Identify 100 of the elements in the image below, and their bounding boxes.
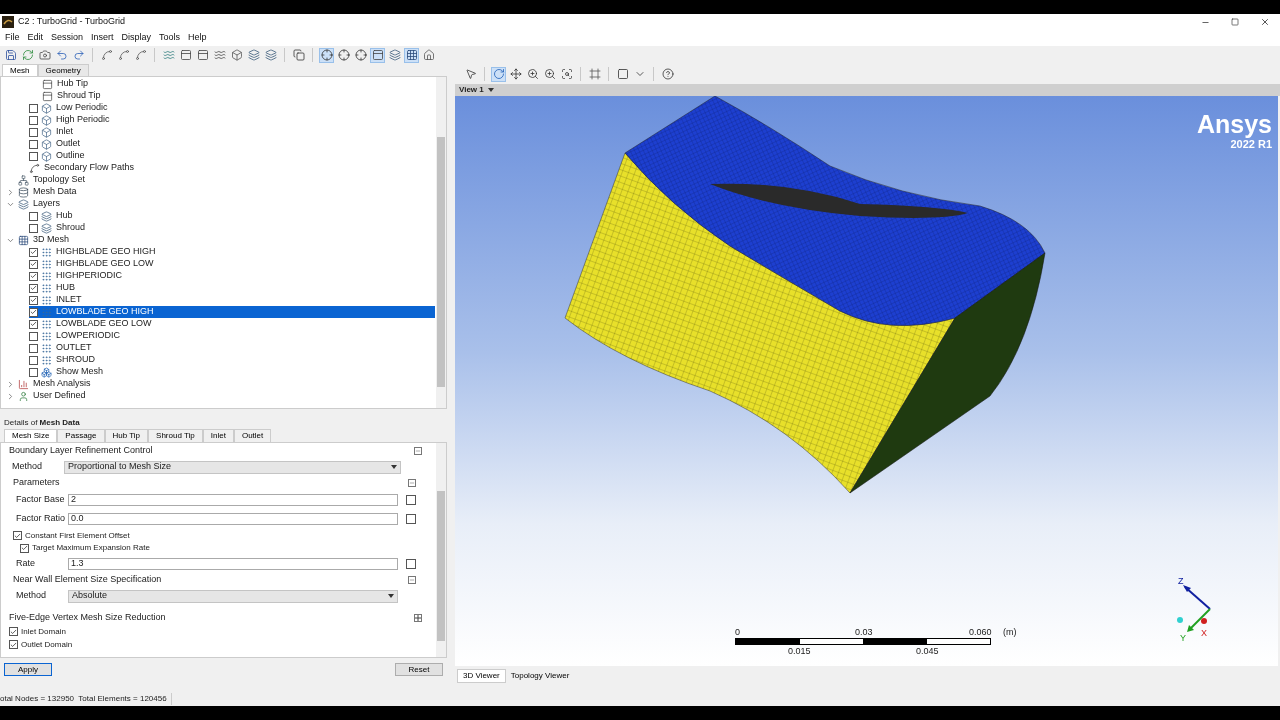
tree-item[interactable]: Shroud [29, 222, 435, 234]
menu-item[interactable]: Help [185, 31, 210, 45]
tree-item[interactable]: HIGHBLADE GEO LOW [29, 258, 435, 270]
scrollbar[interactable] [436, 77, 446, 408]
checkbox[interactable] [20, 543, 29, 553]
menu-item[interactable]: Insert [88, 31, 117, 45]
checkbox[interactable] [13, 531, 22, 540]
toolbar-button[interactable] [421, 47, 436, 63]
toolbar-button[interactable] [615, 66, 630, 82]
tree-item[interactable]: Mesh Analysis [5, 378, 433, 390]
tree-item[interactable]: Outline [29, 150, 435, 162]
toolbar-button[interactable] [133, 47, 148, 63]
toolbar-button[interactable] [319, 47, 334, 63]
tree-item[interactable]: LOWBLADE GEO LOW [29, 318, 435, 330]
apply-button[interactable]: Apply [4, 662, 52, 676]
checkbox[interactable] [29, 319, 38, 329]
expand-icon[interactable] [414, 614, 422, 622]
checkbox[interactable] [29, 271, 38, 281]
toolbar-button[interactable] [99, 47, 114, 63]
tab[interactable]: Geometry [37, 64, 89, 76]
checkbox[interactable] [29, 139, 38, 149]
tree-item[interactable]: SHROUD [29, 354, 435, 366]
tree-item[interactable]: 3D Mesh [5, 234, 433, 246]
checkbox[interactable] [29, 127, 38, 137]
toolbar-button[interactable] [71, 47, 86, 63]
text-field[interactable]: 1.3 [68, 557, 398, 570]
tree-item[interactable]: HUB [29, 282, 435, 294]
menu-item[interactable]: Session [48, 31, 87, 45]
checkbox[interactable] [29, 295, 38, 305]
tab[interactable]: Outlet [233, 429, 272, 442]
checkbox[interactable] [29, 283, 38, 293]
toolbar-button[interactable] [525, 66, 540, 82]
checkbox[interactable] [29, 343, 38, 353]
checkbox[interactable] [29, 259, 38, 269]
toolbar-button[interactable] [3, 47, 18, 63]
caret-icon[interactable] [487, 88, 494, 92]
tree-item[interactable]: Shroud Tip [29, 90, 435, 102]
checkbox[interactable] [29, 103, 38, 113]
collapse-icon[interactable] [414, 447, 422, 455]
tab[interactable]: Shroud Tip [148, 429, 203, 442]
viewport[interactable]: Ansys 2022 R1 0 0.03 0.060 (m) 0.015 0.045 Z Y X [455, 96, 1278, 666]
tree-item[interactable]: Secondary Flow Paths [29, 162, 435, 174]
toolbar-button[interactable] [542, 66, 557, 82]
tree-item[interactable]: Outlet [29, 138, 435, 150]
toolbar-button[interactable] [263, 47, 278, 63]
dropdown[interactable]: Absolute [68, 589, 398, 603]
tree-item[interactable]: Hub [29, 210, 435, 222]
reset-button[interactable]: Reset [395, 662, 443, 676]
checkbox[interactable] [29, 355, 38, 365]
toolbar-button[interactable] [291, 47, 306, 63]
toolbar-button[interactable] [116, 47, 131, 63]
collapse-icon[interactable] [408, 576, 416, 584]
tree-item[interactable]: Show Mesh [29, 366, 435, 378]
text-field[interactable]: 0.0 [68, 512, 398, 525]
tree-item[interactable]: High Periodic [29, 114, 435, 126]
checkbox[interactable] [29, 223, 38, 233]
tree-item[interactable]: Hub Tip [29, 78, 435, 90]
tree-item[interactable]: Mesh Data [5, 186, 433, 198]
toolbar-button[interactable] [559, 66, 574, 82]
tab[interactable]: 3D Viewer [457, 669, 506, 683]
tree-item[interactable]: HIGHPERIODIC [29, 270, 435, 282]
text-field[interactable]: 2 [68, 493, 398, 506]
toolbar-button[interactable] [387, 47, 402, 63]
toolbar-button[interactable] [660, 66, 675, 82]
toolbar-button[interactable] [37, 47, 52, 63]
toolbar-button[interactable] [336, 47, 351, 63]
tree-item[interactable]: Layers [5, 198, 433, 210]
tree-item[interactable]: INLET [29, 294, 435, 306]
checkbox[interactable] [29, 307, 38, 317]
menu-item[interactable]: File [2, 31, 23, 45]
menu-item[interactable]: Tools [156, 31, 184, 45]
checkbox[interactable] [29, 211, 38, 221]
toolbar-button[interactable] [54, 47, 69, 63]
tab[interactable]: Passage [57, 429, 105, 442]
tree-item[interactable]: Topology Set [5, 174, 433, 186]
tab[interactable]: Mesh Size [4, 429, 58, 442]
scrollbar[interactable] [436, 443, 446, 657]
tree-item[interactable]: LOWPERIODIC [29, 330, 435, 342]
checkbox[interactable] [406, 558, 416, 569]
toolbar-button[interactable] [463, 66, 478, 82]
collapse-icon[interactable] [408, 479, 416, 487]
tree-item[interactable]: User Defined [5, 390, 433, 402]
checkbox[interactable] [406, 494, 416, 505]
tree-item[interactable]: HIGHBLADE GEO HIGH [29, 246, 435, 258]
toolbar-button[interactable] [491, 66, 506, 82]
checkbox[interactable] [9, 627, 18, 636]
tree-item[interactable]: OUTLET [29, 342, 435, 354]
toolbar-button[interactable] [246, 47, 261, 63]
tab[interactable]: Mesh [2, 64, 38, 76]
tab[interactable]: Inlet [202, 429, 234, 442]
checkbox[interactable] [9, 640, 18, 649]
toolbar-button[interactable] [229, 47, 244, 63]
checkbox[interactable] [29, 115, 38, 125]
checkbox[interactable] [406, 513, 416, 524]
menu-item[interactable]: Display [118, 31, 155, 45]
menu-item[interactable]: Edit [24, 31, 47, 45]
checkbox[interactable] [29, 151, 38, 161]
checkbox[interactable] [29, 331, 38, 341]
dropdown[interactable]: Proportional to Mesh Size [64, 460, 401, 474]
toolbar-button[interactable] [404, 47, 419, 63]
